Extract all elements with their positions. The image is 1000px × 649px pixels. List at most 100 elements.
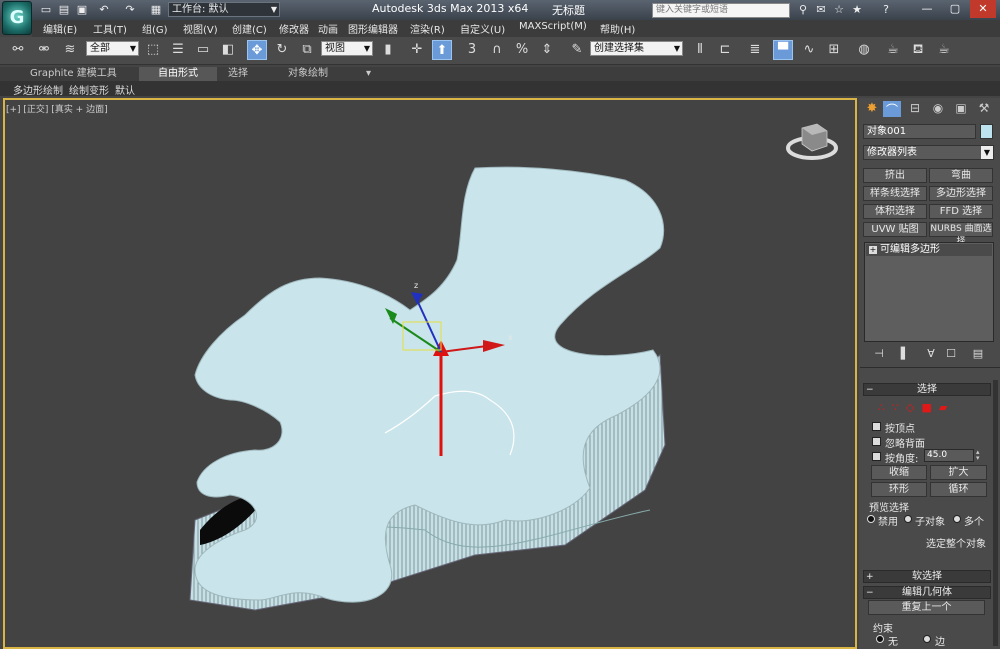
bind-space-warp-icon[interactable]: ≋ [60,40,80,60]
subobject-level-icons[interactable]: ∴∵◇■▰ [878,401,954,414]
mirror-icon[interactable]: ⫴ [690,40,710,60]
search-input[interactable]: 键入关键字或短语 [652,3,790,18]
menu-tools[interactable]: 工具(T) [93,21,127,36]
minimize-button[interactable]: — [914,0,940,18]
spinner-arrows-icon[interactable]: ▴ ▾ [976,449,984,462]
make-unique-icon[interactable]: ∀ [923,347,939,361]
object-name-field[interactable]: 对象001 [863,124,976,139]
pin-stack-icon[interactable]: ⊣ [871,347,887,361]
menu-customize[interactable]: 自定义(U) [460,21,505,36]
loop-button[interactable]: 循环 [930,482,987,497]
subtab-paint-deform[interactable]: 绘制变形 [69,82,109,97]
modifier-list-dropdown[interactable]: 修改器列表 ▼ [863,145,994,160]
menu-group[interactable]: 组(G) [142,21,168,36]
menu-maxscript[interactable]: MAXScript(M) [519,21,587,32]
reference-coordinate-dropdown[interactable]: 视图 ▼ [321,41,373,56]
select-and-move-icon[interactable]: ✥ [247,40,267,60]
workspace-dropdown[interactable]: 工作台: 默认 ▼ [168,2,280,17]
project-folder-icon[interactable]: ▦ [148,2,164,17]
grow-button[interactable]: 扩大 [930,465,987,480]
bend-button[interactable]: 弯曲 [929,168,993,183]
favorites-icon[interactable]: ★ [849,2,865,18]
soft-selection-rollout-header[interactable]: 软选择 [863,570,991,583]
menu-help[interactable]: 帮助(H) [600,21,635,36]
open-file-icon[interactable]: ▤ [56,2,72,17]
menu-animation[interactable]: 动画 [318,21,338,36]
edit-named-selection-icon[interactable]: ✎ [567,40,587,60]
menu-rendering[interactable]: 渲染(R) [410,21,445,36]
select-object-icon[interactable]: ⬚ [143,40,163,60]
ribbon-options-icon[interactable]: ▾ [360,67,377,81]
constraint-edge-radio[interactable] [923,635,931,643]
spline-select-button[interactable]: 样条线选择 [863,186,927,201]
tab-graphite[interactable]: Graphite 建模工具 [24,67,123,81]
schematic-view-icon[interactable]: ⊞ [824,40,844,60]
panel-scrollbar[interactable] [993,380,998,646]
select-and-scale-icon[interactable]: ⧉ [297,40,317,60]
preview-off-radio[interactable] [867,515,875,523]
expand-icon[interactable]: + [869,246,877,254]
unlink-icon[interactable]: ⚮ [34,40,54,60]
hierarchy-panel-icon[interactable]: ⊟ [906,101,924,117]
select-manipulate-icon[interactable]: ✛ [407,40,427,60]
shrink-button[interactable]: 收缩 [871,465,927,480]
viewcube-icon[interactable] [786,123,838,160]
keyboard-shortcut-override-icon[interactable]: ⬆ [432,40,452,60]
help-icon[interactable]: ? [878,2,894,18]
preview-subobject-radio[interactable] [904,515,912,523]
subtab-defaults[interactable]: 默认 [115,82,135,97]
show-end-result-icon[interactable]: ▌ [897,347,913,361]
angle-spinner[interactable]: 45.0 [924,449,974,462]
graphite-toggle-icon[interactable]: ▀ [773,40,793,60]
poly-select-button[interactable]: 多边形选择 [929,186,993,201]
material-editor-icon[interactable]: ◍ [854,40,874,60]
link-icon[interactable]: ⚯ [8,40,28,60]
subscription-icon[interactable]: ✉ [813,2,829,18]
curve-editor-icon[interactable]: ∿ [799,40,819,60]
tab-selection[interactable]: 选择 [222,67,254,81]
rendered-frame-window-icon[interactable]: ⛾ [908,40,928,60]
new-file-icon[interactable]: ▭ [38,2,54,17]
maximize-button[interactable]: ▢ [942,0,968,18]
render-setup-icon[interactable]: ☕ [883,40,903,60]
subtab-poly-draw[interactable]: 多边形绘制 [13,82,63,97]
ignore-backfacing-checkbox[interactable] [872,437,881,446]
ffd-select-button[interactable]: FFD 选择 [929,204,993,219]
binoculars-icon[interactable]: ⚲ [795,2,811,18]
selection-rollout-header[interactable]: 选择 [863,383,991,396]
tab-freeform[interactable]: 自由形式 [139,67,217,81]
volume-select-button[interactable]: 体积选择 [863,204,927,219]
render-production-icon[interactable]: ☕ [934,40,954,60]
display-panel-icon[interactable]: ▣ [952,101,970,117]
configure-modifier-sets-icon[interactable]: ▤ [970,347,986,361]
menu-modifiers[interactable]: 修改器 [279,21,309,36]
menu-create[interactable]: 创建(C) [232,21,267,36]
remove-modifier-icon[interactable]: ☐ [943,347,959,361]
by-angle-checkbox[interactable] [872,452,881,461]
app-menu-icon[interactable]: G [2,1,32,35]
window-crossing-icon[interactable]: ◧ [218,40,238,60]
redo-icon[interactable]: ↷ [122,2,138,17]
motion-panel-icon[interactable]: ◉ [929,101,947,117]
layer-manager-icon[interactable]: ≣ [745,40,765,60]
preview-multi-radio[interactable] [953,515,961,523]
communication-center-icon[interactable]: ☆ [831,2,847,18]
close-button[interactable]: ✕ [970,0,996,18]
modify-panel-icon[interactable]: ⌒ [883,101,901,117]
select-by-name-icon[interactable]: ☰ [168,40,188,60]
menu-edit[interactable]: 编辑(E) [43,21,77,36]
edit-geometry-rollout-header[interactable]: 编辑几何体 [863,586,991,599]
uvw-map-button[interactable]: UVW 贴图 [863,222,927,237]
snaps-toggle-icon[interactable]: 3 [462,40,482,60]
save-file-icon[interactable]: ▣ [74,2,90,17]
utilities-panel-icon[interactable]: ⚒ [975,101,993,117]
nurbs-surface-select-button[interactable]: NURBS 曲面选择 [929,222,993,247]
selection-filter-dropdown[interactable]: 全部 ▼ [86,41,139,56]
extrude-button[interactable]: 挤出 [863,168,927,183]
pivot-center-icon[interactable]: ▮ [378,40,398,60]
menu-views[interactable]: 视图(V) [183,21,218,36]
percent-snap-icon[interactable]: % [512,40,532,60]
ring-button[interactable]: 环形 [871,482,927,497]
tab-object-paint[interactable]: 对象绘制 [282,67,334,81]
by-vertex-checkbox[interactable] [872,422,881,431]
